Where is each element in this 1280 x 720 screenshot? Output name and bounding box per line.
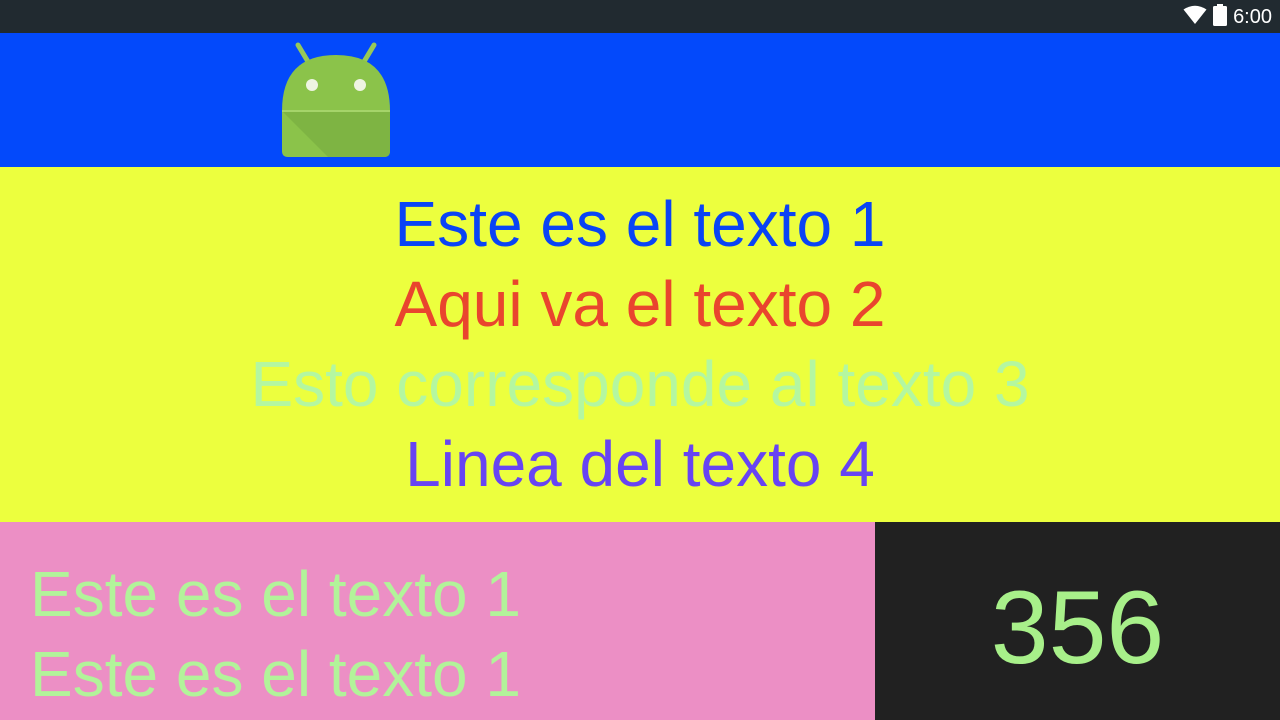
bottom-text-line-2: Este es el texto 1 [30,638,521,710]
status-time: 6:00 [1233,5,1272,28]
text-line-3: Esto corresponde al texto 3 [250,348,1030,420]
wifi-icon [1183,5,1207,29]
app-header [0,33,1280,167]
text-line-1: Este es el texto 1 [394,188,886,260]
battery-icon [1213,3,1228,30]
bottom-left-panel: Este es el texto 1 Este es el texto 1 [0,522,875,720]
text-panel: Este es el texto 1 Aqui va el texto 2 Es… [0,167,1280,522]
android-logo [278,41,394,159]
bottom-right-panel: 356 [875,522,1280,720]
number-display: 356 [990,570,1165,686]
bottom-text-line-1: Este es el texto 1 [30,558,521,630]
status-icons: 6:00 [1183,0,1272,33]
text-line-2: Aqui va el texto 2 [394,268,886,340]
text-line-4: Linea del texto 4 [405,428,875,500]
status-bar: 6:00 [0,0,1280,33]
